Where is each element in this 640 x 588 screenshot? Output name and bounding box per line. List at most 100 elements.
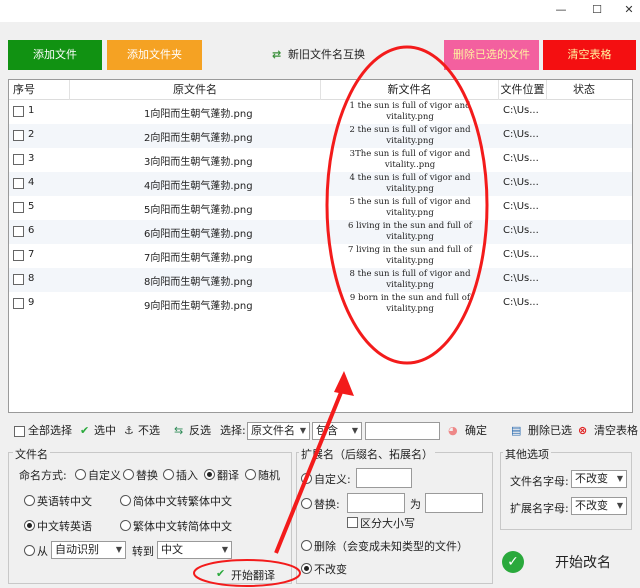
row-checkbox[interactable]	[13, 226, 24, 237]
header-new-name[interactable]: 新文件名	[321, 80, 499, 100]
row-location: C:\Us...	[503, 105, 539, 116]
file-table[interactable]: 序号 原文件名 新文件名 文件位置 状态 1 1向阳而生朝气蓬勃.png 1 t…	[8, 79, 633, 413]
ext-unchanged-radio[interactable]	[301, 563, 312, 574]
table-row[interactable]: 2 2向阳而生朝气蓬勃.png 2 the sun is full of vig…	[9, 124, 632, 148]
chevron-down-icon: ▼	[616, 501, 623, 510]
simp-to-trad-label[interactable]: 简体中文转繁体中文	[133, 493, 232, 509]
to-language-value: 中文	[161, 543, 183, 556]
table-row[interactable]: 9 9向阳而生朝气蓬勃.png 9 born in the sun and fu…	[9, 292, 632, 316]
row-checkbox[interactable]	[13, 274, 24, 285]
invert-button[interactable]: 反选	[189, 423, 211, 439]
mode-insert-label[interactable]: 插入	[176, 467, 198, 483]
close-button[interactable]: ✕	[620, 2, 638, 18]
simp-to-trad-radio[interactable]	[120, 495, 131, 506]
add-file-button[interactable]: 添加文件	[8, 40, 102, 70]
row-location: C:\Us...	[503, 273, 539, 284]
select-all-checkbox[interactable]	[14, 426, 25, 437]
select-all-label[interactable]: 全部选择	[28, 423, 72, 439]
mode-translate-radio[interactable]	[204, 469, 215, 480]
table-row[interactable]: 1 1向阳而生朝气蓬勃.png 1 the sun is full of vig…	[9, 100, 632, 124]
row-new-name: 4 the sun is full of vigor and vitality.…	[349, 173, 471, 194]
confirm-button[interactable]: 确定	[465, 423, 487, 439]
minimize-button[interactable]: —	[552, 2, 570, 18]
clear-table-button[interactable]: 清空表格	[543, 40, 636, 70]
clear-icon: ⊗	[578, 424, 588, 437]
trad-to-simp-radio[interactable]	[120, 520, 131, 531]
row-new-name: 3The sun is full of vigor and vitality..…	[349, 149, 471, 170]
select-button[interactable]: 选中	[94, 423, 116, 439]
row-checkbox[interactable]	[13, 106, 24, 117]
filename-case-dropdown[interactable]: 不改变 ▼	[571, 470, 627, 488]
row-checkbox[interactable]	[13, 298, 24, 309]
row-old-name: 4向阳而生朝气蓬勃.png	[144, 181, 253, 192]
ext-delete-label[interactable]: 删除（会变成未知类型的文件）	[314, 538, 468, 554]
table-row[interactable]: 3 3向阳而生朝气蓬勃.png 3The sun is full of vigo…	[9, 148, 632, 172]
other-options-group	[500, 452, 632, 530]
ext-custom-label[interactable]: 自定义:	[314, 471, 351, 487]
row-index: 1	[28, 105, 35, 116]
extension-group-title: 扩展名（后缀名、拓展名）	[299, 446, 435, 462]
case-sensitive-label[interactable]: 区分大小写	[360, 515, 415, 531]
zh-to-en-radio[interactable]	[24, 520, 35, 531]
header-old-name[interactable]: 原文件名	[70, 80, 321, 100]
filename-group-title: 文件名	[13, 446, 50, 462]
header-status[interactable]: 状态	[547, 80, 633, 100]
trad-to-simp-label[interactable]: 繁体中文转简体中文	[133, 518, 232, 534]
ext-replace-label[interactable]: 替换:	[314, 496, 340, 512]
table-row[interactable]: 5 5向阳而生朝气蓬勃.png 5 the sun is full of vig…	[9, 196, 632, 220]
mode-random-radio[interactable]	[245, 469, 256, 480]
case-sensitive-checkbox[interactable]	[347, 517, 358, 528]
row-checkbox[interactable]	[13, 178, 24, 189]
table-row[interactable]: 6 6向阳而生朝气蓬勃.png 6 living in the sun and …	[9, 220, 632, 244]
row-checkbox[interactable]	[13, 154, 24, 165]
start-rename-button[interactable]: ✓ 开始改名	[497, 538, 632, 584]
add-folder-button[interactable]: 添加文件夹	[107, 40, 202, 70]
swap-names-button[interactable]: ⇄ 新旧文件名互换	[272, 44, 365, 66]
choose-field-dropdown[interactable]: 原文件名 ▼	[247, 422, 310, 440]
row-checkbox[interactable]	[13, 130, 24, 141]
mode-insert-radio[interactable]	[163, 469, 174, 480]
delete-selected-button[interactable]: 删除已选	[528, 423, 572, 439]
ext-delete-radio[interactable]	[301, 540, 312, 551]
deselect-button[interactable]: 不选	[138, 423, 160, 439]
ext-replace-to-input[interactable]	[425, 493, 483, 513]
to-language-dropdown[interactable]: 中文 ▼	[157, 541, 232, 559]
delete-selected-files-button[interactable]: 删除已选的文件	[444, 40, 539, 70]
row-checkbox[interactable]	[13, 202, 24, 213]
zh-to-en-label[interactable]: 中文转英语	[37, 518, 92, 534]
from-radio[interactable]	[24, 545, 35, 556]
header-index[interactable]: 序号	[13, 80, 70, 100]
header-location[interactable]: 文件位置	[499, 80, 547, 100]
from-language-dropdown[interactable]: 自动识别 ▼	[51, 541, 126, 559]
filename-case-label: 文件名字母:	[510, 475, 569, 488]
ext-custom-radio[interactable]	[301, 473, 312, 484]
maximize-button[interactable]: ☐	[588, 2, 606, 18]
mode-translate-label[interactable]: 翻译	[217, 467, 239, 483]
ext-replace-from-input[interactable]	[347, 493, 405, 513]
row-checkbox[interactable]	[13, 250, 24, 261]
row-location: C:\Us...	[503, 201, 539, 212]
mode-custom-label[interactable]: 自定义	[88, 467, 121, 483]
ext-unchanged-label[interactable]: 不改变	[314, 561, 347, 577]
mode-random-label[interactable]: 随机	[258, 467, 280, 483]
row-index: 9	[28, 297, 35, 308]
chevron-down-icon: ▼	[299, 426, 306, 435]
ext-replace-radio[interactable]	[301, 498, 312, 509]
mode-replace-label[interactable]: 替换	[136, 467, 158, 483]
table-row[interactable]: 4 4向阳而生朝气蓬勃.png 4 the sun is full of vig…	[9, 172, 632, 196]
table-row[interactable]: 7 7向阳而生朝气蓬勃.png 7 living in the sun and …	[9, 244, 632, 268]
table-row[interactable]: 8 8向阳而生朝气蓬勃.png 8 the sun is full of vig…	[9, 268, 632, 292]
mode-replace-radio[interactable]	[123, 469, 134, 480]
swap-icon: ⇄	[272, 48, 282, 61]
chevron-down-icon: ▼	[221, 545, 228, 554]
start-translate-button[interactable]: 开始翻译	[231, 567, 275, 583]
en-to-zh-radio[interactable]	[24, 495, 35, 506]
mode-custom-radio[interactable]	[75, 469, 86, 480]
choose-label: 选择:	[220, 424, 246, 437]
en-to-zh-label[interactable]: 英语转中文	[37, 493, 92, 509]
clear-table-small-button[interactable]: 清空表格	[594, 423, 638, 439]
choose-mode-dropdown[interactable]: 包含 ▼	[312, 422, 362, 440]
ext-case-dropdown[interactable]: 不改变 ▼	[571, 497, 627, 515]
choose-value-input[interactable]	[365, 422, 440, 440]
ext-custom-input[interactable]	[356, 468, 412, 488]
